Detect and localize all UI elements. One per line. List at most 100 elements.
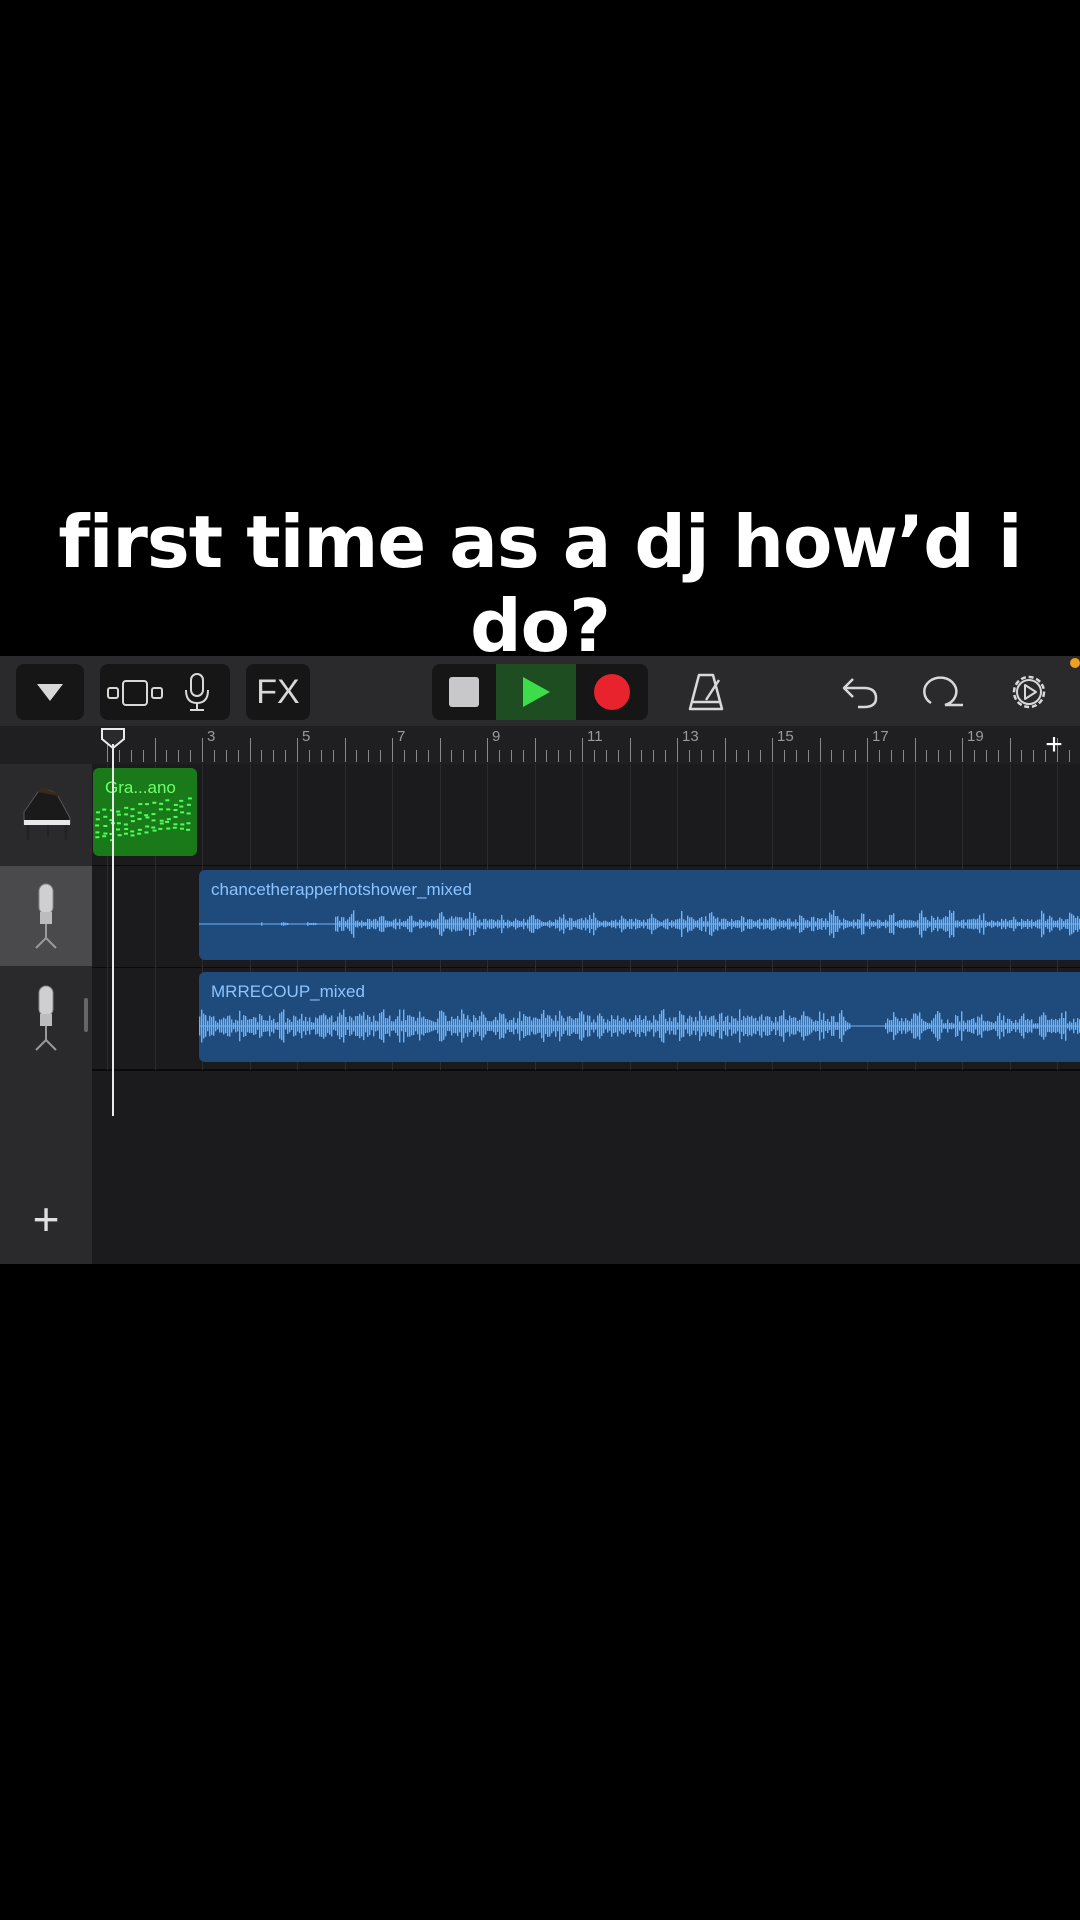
- waveform-sample: [451, 1016, 453, 1036]
- waveform-sample: [899, 1021, 901, 1031]
- waveform-sample: [231, 1019, 233, 1033]
- waveform-sample: [501, 914, 503, 934]
- add-track-button[interactable]: +: [0, 1192, 92, 1246]
- waveform-sample: [793, 1017, 795, 1035]
- audio-region-mrrecoup[interactable]: MRRECOUP_mixed: [199, 972, 1080, 1062]
- record-button[interactable]: [576, 664, 648, 720]
- waveform-sample: [553, 1020, 555, 1032]
- waveform-sample: [515, 1022, 517, 1030]
- bar-tick: [344, 738, 346, 762]
- beat-tick: [225, 750, 227, 762]
- waveform-sample: [403, 921, 405, 927]
- midi-note: [186, 812, 191, 815]
- waveform-sample: [701, 916, 703, 932]
- waveform-sample: [899, 919, 901, 929]
- waveform-sample: [315, 1017, 317, 1035]
- beat-tick: [973, 750, 975, 762]
- waveform-sample: [277, 1022, 279, 1030]
- waveform-sample: [729, 921, 731, 927]
- waveform-sample: [285, 922, 287, 926]
- waveform-sample: [323, 1013, 325, 1039]
- waveform-sample: [561, 918, 563, 930]
- track-header-vocal-1[interactable]: [0, 866, 92, 966]
- waveform-sample: [367, 1015, 369, 1037]
- waveform-sample: [335, 916, 337, 932]
- waveform-sample: [893, 913, 895, 935]
- waveform-sample: [447, 1021, 449, 1031]
- waveform-sample: [205, 1015, 207, 1037]
- midi-note: [130, 830, 135, 833]
- waveform-sample: [493, 1019, 495, 1033]
- waveform-sample: [381, 915, 383, 933]
- track-header-piano[interactable]: [0, 764, 92, 864]
- waveform-sample: [789, 918, 791, 930]
- bar-ruler[interactable]: 3 5 7 9 11 13 15 17 19: [92, 726, 1080, 764]
- midi-region-piano[interactable]: Gra...ano: [93, 768, 197, 856]
- waveform-sample: [739, 1009, 741, 1043]
- waveform-sample: [389, 1015, 391, 1037]
- waveform-sample: [1077, 1018, 1079, 1034]
- playhead[interactable]: [112, 744, 114, 1116]
- stop-button[interactable]: [432, 664, 496, 720]
- metronome-button[interactable]: [676, 664, 736, 720]
- waveform-sample: [597, 920, 599, 928]
- grand-piano-icon: [23, 787, 71, 840]
- waveform-sample: [1045, 920, 1047, 928]
- bar-tick: [297, 738, 298, 762]
- waveform-sample: [719, 921, 721, 927]
- add-section-button[interactable]: +: [1036, 726, 1072, 764]
- waveform-sample: [371, 1021, 373, 1031]
- waveform-sample: [481, 922, 483, 926]
- waveform-sample: [443, 916, 445, 932]
- waveform-sample: [503, 1013, 505, 1039]
- settings-button[interactable]: [1000, 664, 1058, 720]
- waveform-sample: [1007, 921, 1009, 927]
- activity-indicator: [1070, 658, 1080, 668]
- waveform-sample: [685, 920, 687, 928]
- mic-button[interactable]: [167, 664, 227, 720]
- waveform-sample: [459, 1019, 461, 1033]
- my-songs-button[interactable]: [16, 664, 84, 720]
- waveform-sample: [877, 919, 879, 929]
- track-resize-handle[interactable]: [84, 998, 88, 1032]
- record-icon: [594, 674, 630, 710]
- waveform-sample: [845, 919, 847, 929]
- waveform-sample: [557, 1020, 559, 1032]
- waveform-sample: [549, 920, 551, 928]
- waveform-sample: [537, 1018, 539, 1034]
- tracks-view-button[interactable]: [103, 664, 167, 720]
- midi-note: [103, 824, 108, 827]
- play-button[interactable]: [496, 664, 576, 720]
- waveform-sample: [371, 920, 373, 928]
- waveform-sample: [483, 918, 485, 930]
- waveform-sample: [1029, 920, 1031, 928]
- loop-browser-button[interactable]: [916, 664, 972, 720]
- waveform-sample: [1003, 920, 1005, 928]
- waveform-sample: [1053, 1020, 1055, 1032]
- waveform-sample: [457, 1015, 459, 1037]
- beat-tick: [807, 750, 809, 762]
- waveform-sample: [425, 1018, 427, 1034]
- waveform-sample: [1015, 1019, 1017, 1033]
- track-header-vocal-2[interactable]: [0, 968, 92, 1068]
- audio-region-chance[interactable]: chancetherapperhotshower_mixed: [199, 870, 1080, 960]
- waveform-sample: [907, 920, 909, 928]
- midi-note: [186, 828, 191, 831]
- midi-note: [144, 803, 149, 806]
- waveform-sample: [805, 1016, 807, 1036]
- beat-tick: [415, 750, 417, 762]
- waveform-sample: [497, 919, 499, 929]
- waveform-sample: [309, 1017, 311, 1035]
- waveform-sample: [287, 1018, 289, 1034]
- beat-tick: [902, 750, 904, 762]
- waveform-sample: [331, 1015, 333, 1037]
- waveform-sample: [875, 921, 877, 927]
- waveform-sample: [935, 919, 937, 929]
- fx-button[interactable]: FX: [246, 664, 310, 720]
- waveform-sample: [745, 1017, 747, 1035]
- waveform-sample: [495, 921, 497, 927]
- undo-button[interactable]: [832, 664, 888, 720]
- control-bar: FX: [0, 656, 1080, 726]
- waveform-sample: [469, 1019, 471, 1033]
- waveform-sample: [987, 921, 989, 927]
